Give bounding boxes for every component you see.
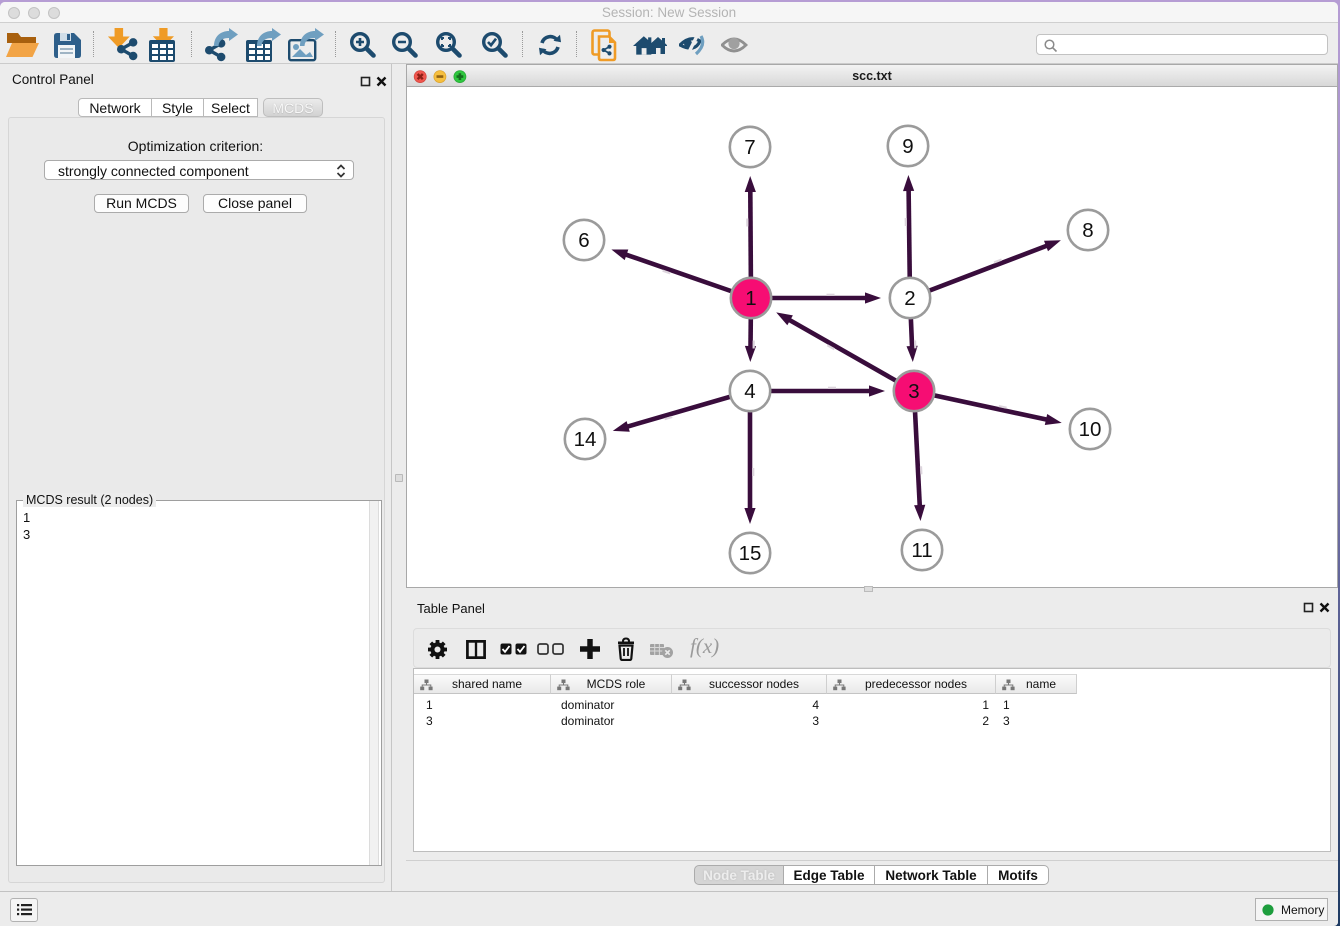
svg-text:1: 1 — [745, 287, 756, 310]
svg-text:15: 15 — [739, 542, 762, 565]
svg-text:8: 8 — [1082, 219, 1093, 242]
svg-text:4: 4 — [744, 380, 755, 403]
svg-text:2: 2 — [904, 287, 915, 310]
svg-text:9: 9 — [902, 135, 913, 158]
svg-text:6: 6 — [578, 229, 589, 252]
svg-text:7: 7 — [744, 136, 755, 159]
svg-text:3: 3 — [908, 380, 919, 403]
svg-text:11: 11 — [911, 539, 932, 562]
svg-text:10: 10 — [1079, 418, 1102, 441]
svg-text:14: 14 — [574, 428, 597, 451]
